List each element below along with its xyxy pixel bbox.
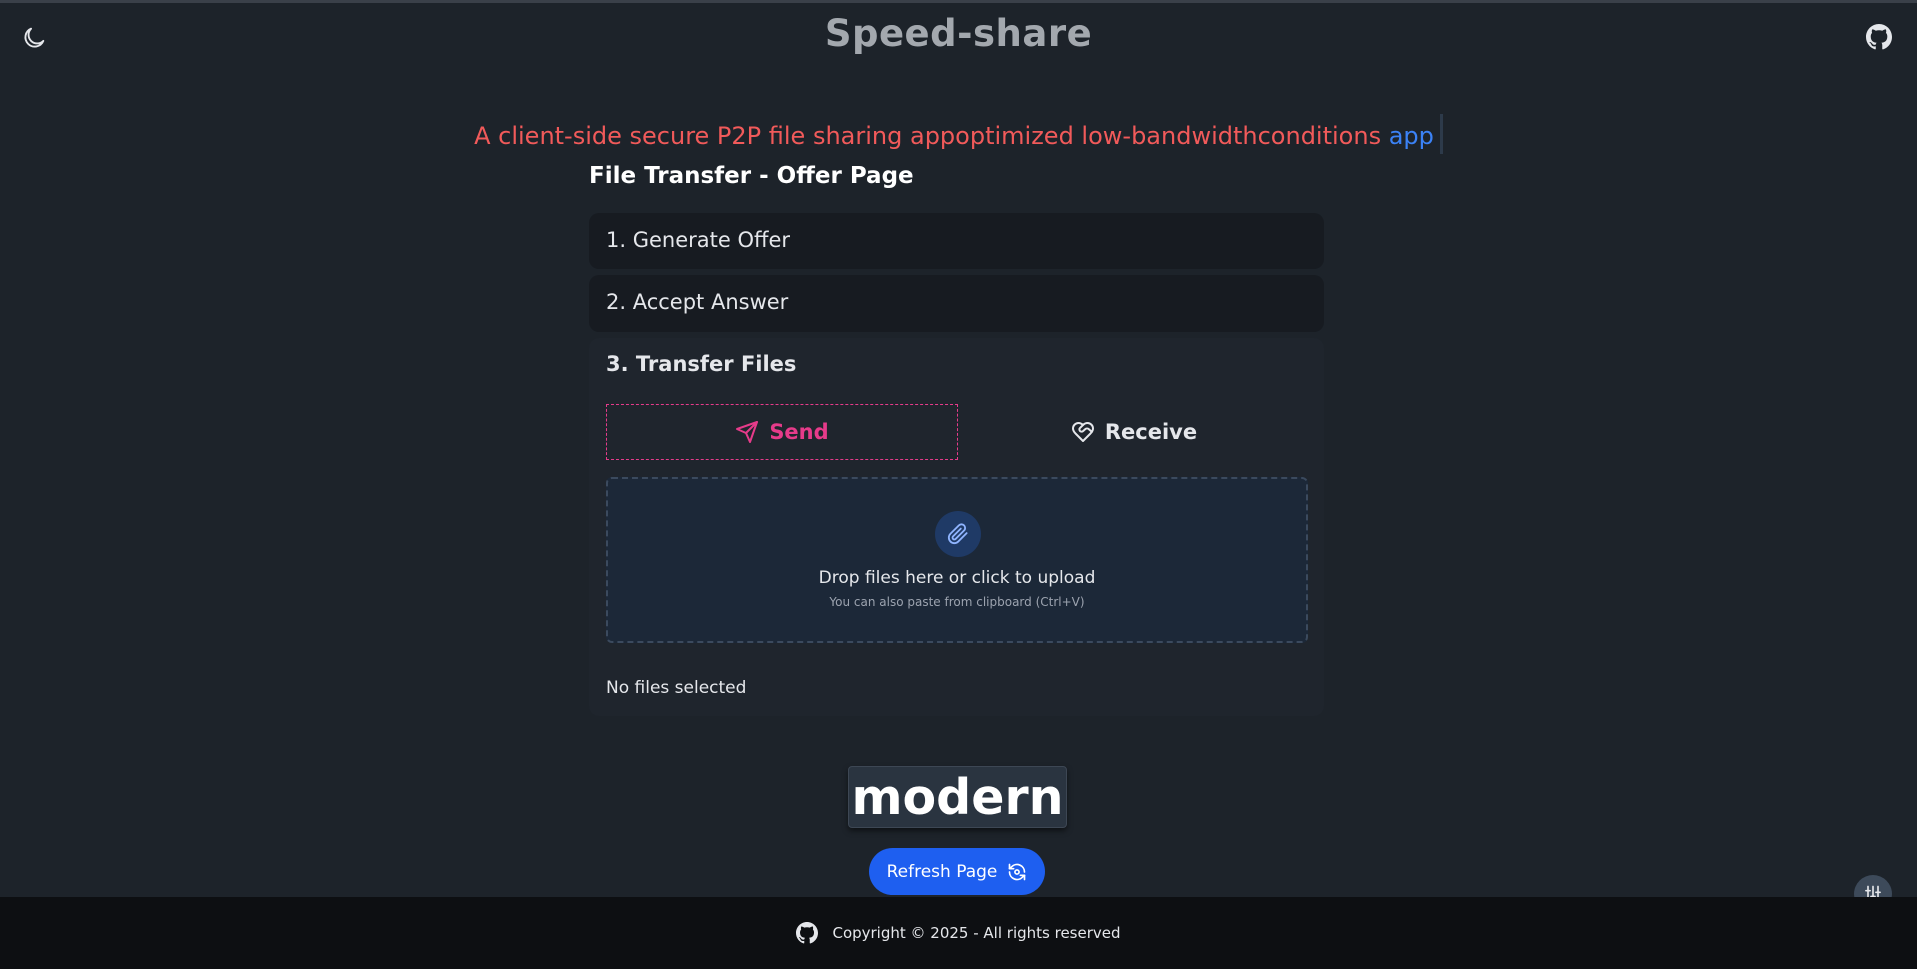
page-title: File Transfer - Offer Page — [589, 163, 914, 189]
file-selection-status: No files selected — [606, 678, 747, 698]
top-border — [0, 0, 1917, 3]
tab-send-label: Send — [769, 420, 829, 444]
app-title: Speed-share — [824, 12, 1093, 55]
tab-send[interactable]: Send — [606, 404, 958, 460]
tab-receive[interactable]: Receive — [958, 404, 1310, 460]
paper-plane-icon — [736, 421, 759, 443]
step-label[interactable]: 3. Transfer Files — [606, 352, 796, 376]
rotating-word-badge: modern — [848, 766, 1067, 828]
paperclip-icon-wrapper — [935, 511, 981, 557]
step-transfer-files: 3. Transfer Files Send Receive Drop file… — [589, 338, 1324, 716]
step-label: 1. Generate Offer — [606, 228, 791, 252]
refresh-icon — [1009, 863, 1026, 880]
tab-receive-label: Receive — [1104, 420, 1198, 444]
refresh-page-button[interactable]: Refresh Page — [869, 848, 1045, 895]
step-label: 2. Accept Answer — [606, 290, 789, 314]
step-generate-offer[interactable]: 1. Generate Offer — [589, 213, 1324, 269]
heart-handshake-icon — [1071, 422, 1094, 442]
dropzone-instruction: Drop files here or click to upload — [818, 568, 1096, 588]
paperclip-icon — [947, 523, 968, 545]
github-link[interactable] — [1866, 24, 1894, 52]
refresh-button-label: Refresh Page — [886, 861, 998, 882]
tagline-main: A client-side secure P2P file sharing ap… — [474, 122, 1389, 150]
tagline: A client-side secure P2P file sharing ap… — [0, 114, 1917, 154]
footer: Copyright © 2025 - All rights reserved — [0, 897, 1917, 969]
tagline-accent-word: app — [1388, 122, 1434, 150]
file-dropzone[interactable]: Drop files here or click to upload You c… — [606, 477, 1308, 643]
typing-cursor — [1439, 114, 1443, 154]
dropzone-hint: You can also paste from clipboard (Ctrl+… — [829, 595, 1085, 609]
step-accept-answer[interactable]: 2. Accept Answer — [589, 275, 1324, 332]
copyright-text: Copyright © 2025 - All rights reserved — [832, 924, 1121, 942]
github-icon — [1866, 24, 1892, 50]
github-icon[interactable] — [796, 922, 819, 944]
